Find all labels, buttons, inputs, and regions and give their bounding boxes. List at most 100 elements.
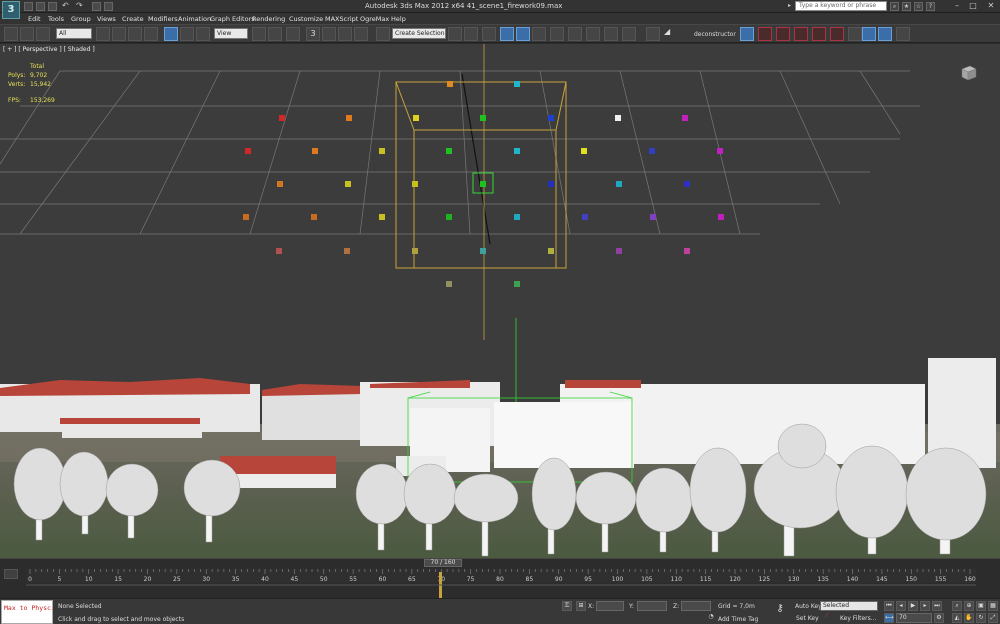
menu-graph-editors[interactable]: Graph Editors [210, 15, 255, 23]
unlink-icon[interactable] [20, 27, 34, 41]
undo-icon[interactable]: ↶ [62, 2, 71, 11]
viewport-scene[interactable] [0, 44, 1000, 558]
orbit-icon[interactable]: ↻ [976, 613, 986, 623]
subscription-icon[interactable]: ★ [902, 2, 911, 11]
select-rotate-icon[interactable] [180, 27, 194, 41]
angle-snap-icon[interactable] [322, 27, 336, 41]
time-configuration-icon[interactable]: ⚙ [934, 613, 944, 623]
menu-tools[interactable]: Tools [48, 15, 64, 23]
timeline[interactable]: 70 / 160 0510152025303540455055606570758… [0, 558, 1000, 598]
restore-icon[interactable]: □ [966, 1, 980, 11]
auto-key-button[interactable]: Auto Key [795, 603, 822, 610]
mirror-icon[interactable] [448, 27, 462, 41]
maxscript-listener[interactable]: Max to Physc. [1, 600, 55, 624]
pan-icon[interactable]: ✋ [964, 613, 974, 623]
snap-toggle-icon[interactable]: 3 [306, 27, 320, 41]
window-crossing-icon[interactable] [144, 27, 158, 41]
ogre-tool-3-icon[interactable] [794, 27, 808, 41]
help-icon[interactable]: ? [926, 2, 935, 11]
menu-create[interactable]: Create [122, 15, 144, 23]
render-production-icon[interactable] [604, 27, 618, 41]
open-file-icon[interactable] [36, 2, 45, 11]
set-key-icon[interactable]: ⟋ [822, 612, 832, 622]
ogre-tool-1-icon[interactable] [758, 27, 772, 41]
search-go-icon[interactable]: ⌕ [890, 2, 899, 11]
set-key-button[interactable]: Set Key [796, 615, 819, 622]
app-logo-icon[interactable]: 3 [2, 1, 20, 19]
key-filters-button[interactable]: Key Filters... [840, 615, 877, 622]
align-icon[interactable] [464, 27, 478, 41]
zoom-extents-all-icon[interactable]: ▦ [988, 601, 998, 611]
teapot-render-icon[interactable] [622, 27, 636, 41]
bind-space-warp-icon[interactable] [36, 27, 50, 41]
select-scale-icon[interactable] [196, 27, 210, 41]
ogre-xy-icon[interactable] [878, 27, 892, 41]
viewcube-icon[interactable] [958, 64, 978, 82]
select-link-icon[interactable] [4, 27, 18, 41]
menu-views[interactable]: Views [97, 15, 116, 23]
goto-end-icon[interactable]: ⏭ [932, 601, 942, 611]
lock-selection-icon[interactable]: ⚿ [562, 601, 572, 611]
time-slider[interactable]: 70 / 160 [424, 559, 462, 567]
communication-center-icon[interactable]: ☆ [914, 2, 923, 11]
zoom-all-icon[interactable]: ⊕ [964, 601, 974, 611]
viewport-label[interactable]: [ + ] [ Perspective ] [ Shaded ] [3, 46, 95, 53]
graphite-ribbon-icon[interactable] [500, 27, 514, 41]
render-setup-icon[interactable] [568, 27, 582, 41]
menu-rendering[interactable]: Rendering [252, 15, 285, 23]
select-by-name-icon[interactable] [112, 27, 126, 41]
select-object-icon[interactable] [96, 27, 110, 41]
ogre-tool-5-icon[interactable] [830, 27, 844, 41]
goto-start-icon[interactable]: ⏮ [884, 601, 894, 611]
project-folder-icon[interactable] [92, 2, 101, 11]
play-icon[interactable]: ▶ [908, 601, 918, 611]
menu-edit[interactable]: Edit [28, 15, 41, 23]
edit-named-selection-icon[interactable] [376, 27, 390, 41]
menu-customize[interactable]: Customize [289, 15, 323, 23]
menu-help[interactable]: Help [391, 15, 406, 23]
schematic-view-icon[interactable] [532, 27, 546, 41]
current-frame-field[interactable]: 70 [896, 613, 932, 623]
select-manipulate-icon[interactable] [268, 27, 282, 41]
field-of-view-icon[interactable]: ◭ [952, 613, 962, 623]
redo-icon[interactable]: ↷ [76, 2, 85, 11]
deconstructor-label[interactable]: deconstructor [694, 31, 736, 38]
new-file-icon[interactable] [24, 2, 33, 11]
ogre-tool-4-icon[interactable] [812, 27, 826, 41]
rendered-frame-icon[interactable] [586, 27, 600, 41]
menu-modifiers[interactable]: Modifiers [148, 15, 178, 23]
maximize-viewport-icon[interactable]: ⤢ [988, 613, 998, 623]
reference-coordinate-dropdown[interactable]: View [214, 28, 248, 39]
next-frame-icon[interactable]: ▸ [920, 601, 930, 611]
curve-editor-icon[interactable] [516, 27, 530, 41]
zoom-extents-icon[interactable]: ▣ [976, 601, 986, 611]
key-mode-toggle-icon[interactable]: ⟷ [884, 613, 894, 623]
z-coordinate-field[interactable] [681, 601, 711, 611]
menu-group[interactable]: Group [71, 15, 91, 23]
layer-manager-icon[interactable] [482, 27, 496, 41]
material-editor-icon[interactable] [550, 27, 564, 41]
menu-animation[interactable]: Animation [178, 15, 211, 23]
zoom-icon[interactable]: ⌕ [952, 601, 962, 611]
menu-maxscript[interactable]: MAXScript [325, 15, 358, 23]
x-coordinate-field[interactable] [596, 601, 624, 611]
time-ruler[interactable]: 0510152025303540455055606570758085909510… [0, 569, 1000, 599]
save-file-icon[interactable] [48, 2, 57, 11]
y-coordinate-field[interactable] [637, 601, 667, 611]
save-icon[interactable] [646, 27, 660, 41]
ogre-tool-2-icon[interactable] [776, 27, 790, 41]
search-icon[interactable]: ▸ [785, 2, 794, 11]
close-icon[interactable]: ✕ [984, 1, 998, 11]
minimize-icon[interactable]: – [950, 1, 964, 11]
keyword-search-input[interactable]: Type a keyword or phrase [795, 1, 887, 11]
quick-access-dropdown-icon[interactable] [104, 2, 113, 11]
rect-selection-icon[interactable] [128, 27, 142, 41]
named-selection-dropdown[interactable]: Create Selection Se [392, 28, 446, 39]
key-icon[interactable]: ⚷ [772, 604, 788, 615]
add-time-tag[interactable]: Add Time Tag [718, 616, 758, 623]
ogre-export-icon[interactable] [740, 27, 754, 41]
keyboard-shortcut-icon[interactable] [286, 27, 300, 41]
menu-ogremax[interactable]: OgreMax [360, 15, 389, 23]
absolute-mode-icon[interactable]: ⊞ [576, 601, 586, 611]
ogre-tool-7-icon[interactable] [896, 27, 910, 41]
